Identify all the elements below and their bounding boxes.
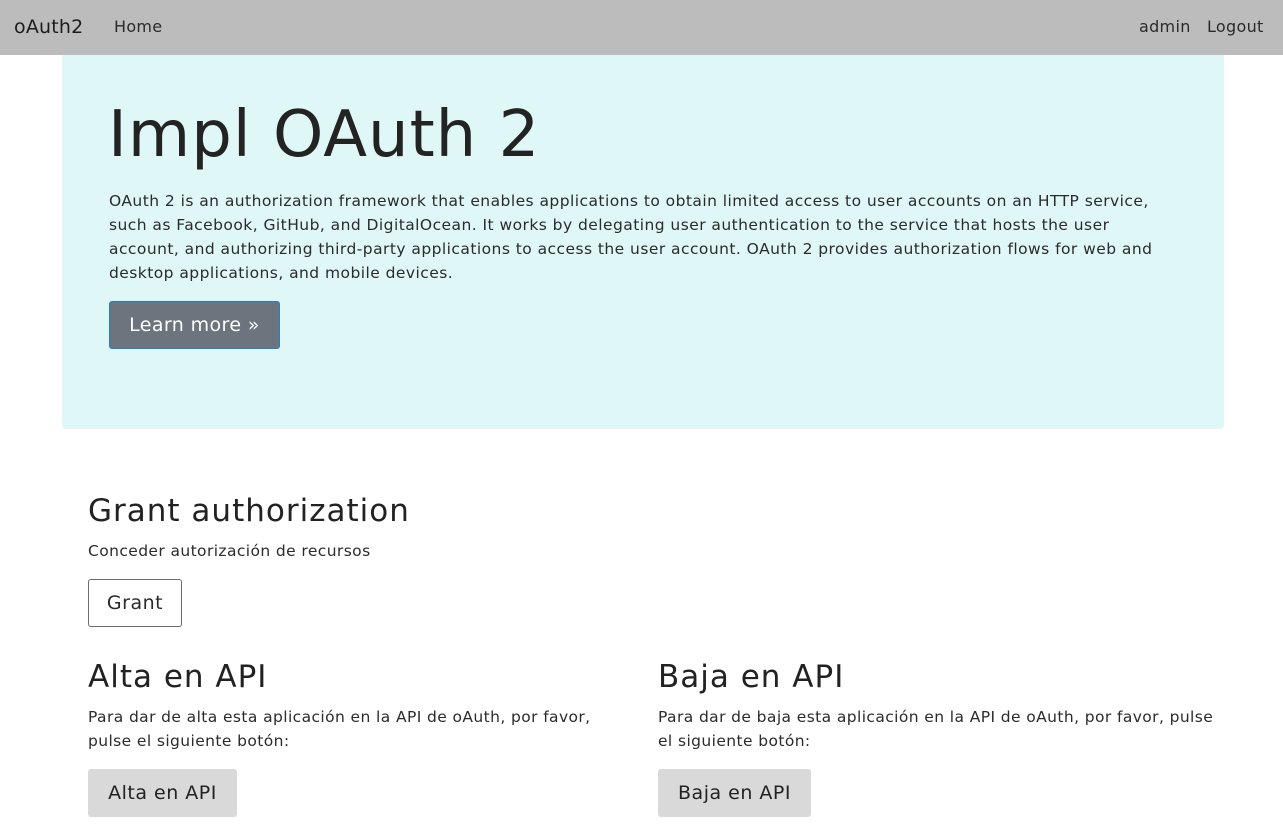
alta-section-text: Para dar de alta esta aplicación en la A… <box>88 708 591 750</box>
hero-title: Impl OAuth 2 <box>108 98 541 172</box>
alta-api-button[interactable]: Alta en API <box>88 769 237 817</box>
navbar-brand[interactable]: oAuth2 <box>14 15 83 39</box>
grant-section-title: Grant authorization <box>88 493 410 529</box>
hero-jumbotron: Impl OAuth 2 OAuth 2 is an authorization… <box>62 55 1224 429</box>
baja-api-button[interactable]: Baja en API <box>658 769 811 817</box>
nav-link-home[interactable]: Home <box>114 17 162 37</box>
learn-more-button[interactable]: Learn more » <box>109 301 280 349</box>
grant-button[interactable]: Grant <box>88 579 182 627</box>
grant-section-text: Conceder autorización de recursos <box>88 542 371 560</box>
nav-link-user[interactable]: admin <box>1139 17 1191 37</box>
alta-section-title: Alta en API <box>88 659 268 695</box>
baja-section-title: Baja en API <box>658 659 845 695</box>
nav-link-logout[interactable]: Logout <box>1207 17 1264 37</box>
top-navbar: oAuth2 Home admin Logout <box>0 0 1283 55</box>
hero-description: OAuth 2 is an authorization framework th… <box>109 192 1153 282</box>
baja-section-text: Para dar de baja esta aplicación en la A… <box>658 708 1214 750</box>
